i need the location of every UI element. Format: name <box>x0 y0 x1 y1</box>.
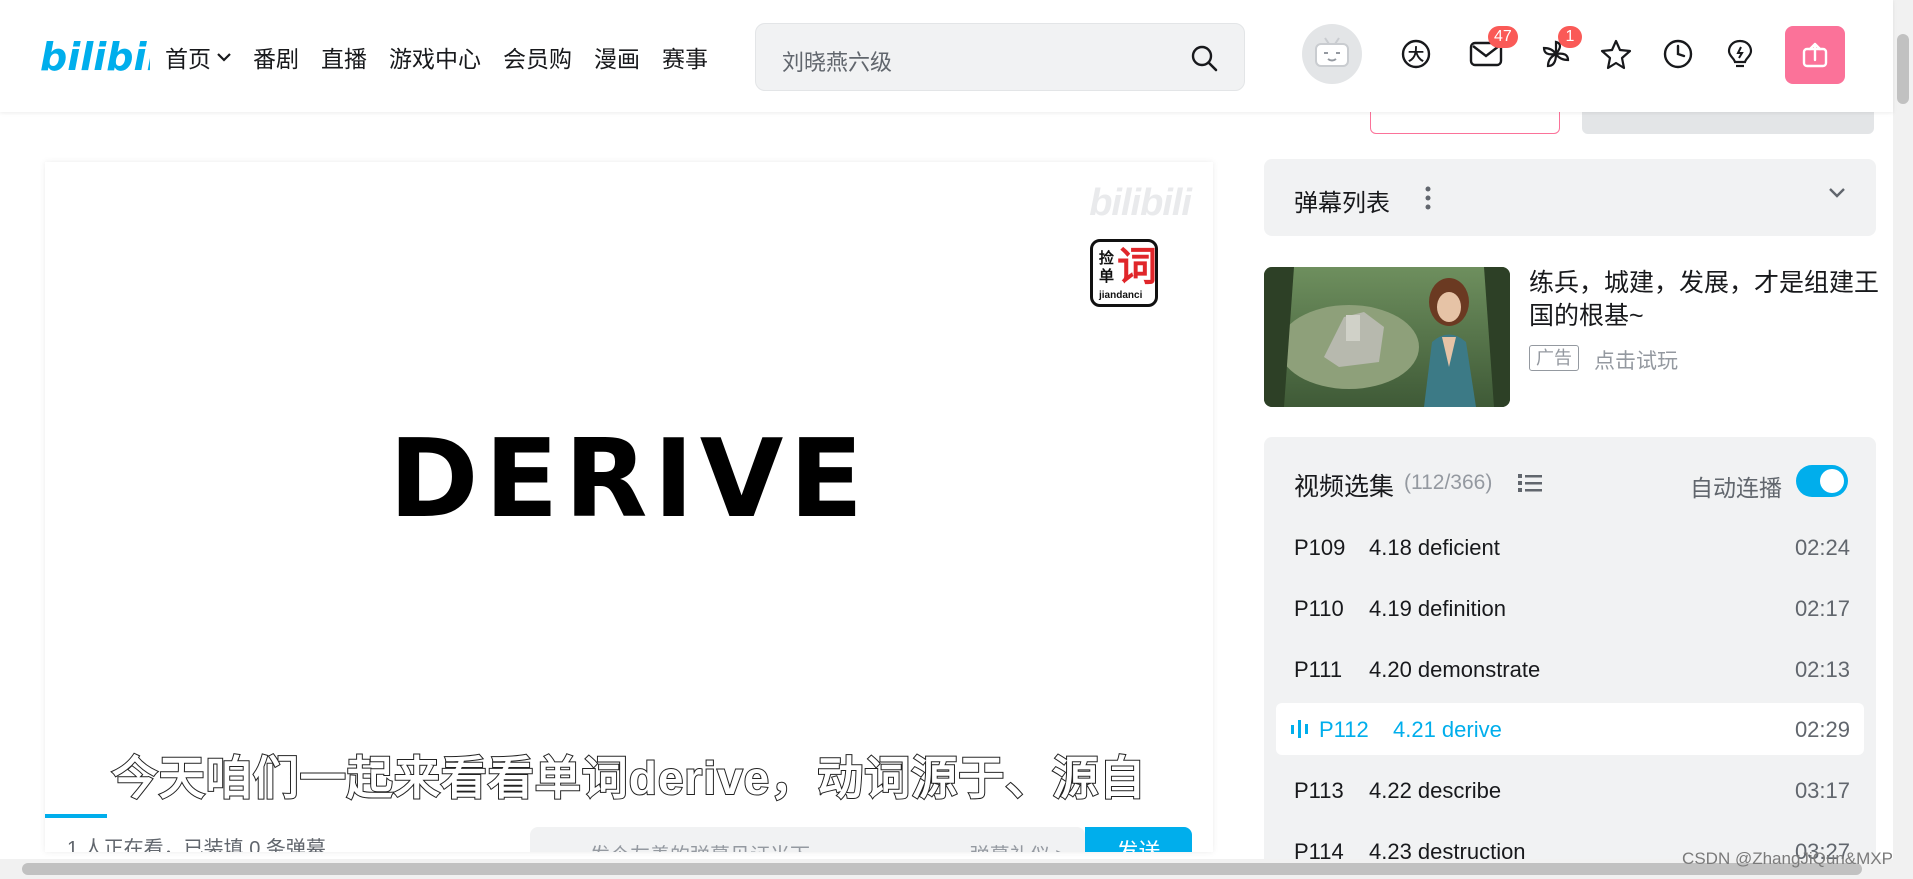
episode-number: P113 <box>1294 778 1344 803</box>
playlist-panel: 视频选集 (112/366) 自动连播 P109 4.18 deficient … <box>1264 437 1876 867</box>
episode-duration: 03:17 <box>1794 778 1850 803</box>
ad-title[interactable]: 练兵，城建，发展，才是组建王国的根基~ <box>1529 267 1879 333</box>
video-subtitle: 今天咱们一起来看看单词derive，动词源于、源自 <box>111 751 1147 805</box>
autoplay-label: 自动连播 <box>1690 475 1782 501</box>
ad-play-link[interactable]: 点击试玩 <box>1594 345 1678 375</box>
chevron-down-icon[interactable] <box>1828 187 1846 199</box>
search-icon[interactable] <box>1190 44 1218 72</box>
episode-item-p111[interactable]: P111 4.20 demonstrate 02:13 <box>1264 643 1876 695</box>
episode-title: 4.20 demonstrate <box>1369 657 1541 682</box>
episode-item-p109[interactable]: P109 4.18 deficient 02:24 <box>1264 521 1876 573</box>
nav-manga[interactable]: 漫画 <box>594 40 640 74</box>
episode-number: P109 <box>1294 535 1346 560</box>
danmaku-placeholder: 发个友善的弹幕见证当下 <box>590 839 810 852</box>
player-watermark: bilibili <box>1089 182 1192 224</box>
episode-number: P110 <box>1294 596 1344 621</box>
episode-duration: 02:29 <box>1794 717 1850 742</box>
episode-item-p112-active[interactable]: P112 4.21 derive 02:29 <box>1276 703 1864 755</box>
top-header: bilibili 首页 番剧 直播 游戏中心 会员购 漫画 赛事 刘晓燕六级 大 <box>0 0 1893 112</box>
nav-anime[interactable]: 番剧 <box>253 40 299 74</box>
vertical-scroll-thumb[interactable] <box>1897 34 1909 104</box>
nav-esports[interactable]: 赛事 <box>662 40 708 74</box>
episode-title: 4.22 describe <box>1369 778 1502 803</box>
episode-number: P111 <box>1294 657 1343 682</box>
message-badge: 47 <box>1488 26 1518 48</box>
svg-text:bilibili: bilibili <box>40 35 150 79</box>
search-box[interactable]: 刘晓燕六级 <box>755 23 1245 91</box>
horizontal-scrollbar[interactable] <box>0 859 1893 879</box>
chevron-down-icon <box>217 53 231 62</box>
message-icon[interactable]: 47 <box>1468 26 1518 72</box>
more-vertical-icon[interactable] <box>1424 185 1432 211</box>
history-icon[interactable] <box>1660 36 1696 72</box>
progress-bar[interactable] <box>45 814 1213 818</box>
danmaku-send-button[interactable]: 发送 <box>1085 827 1192 852</box>
upload-icon <box>1802 42 1828 68</box>
nav-home-label: 首页 <box>165 46 211 72</box>
danmaku-status: 1 人正在看，已装填 0 条弹幕 <box>67 838 326 852</box>
favorite-icon[interactable] <box>1598 36 1634 72</box>
bilibili-logo[interactable]: bilibili <box>40 30 150 80</box>
tv-avatar-icon <box>1315 37 1349 67</box>
episode-duration: 02:13 <box>1794 657 1850 682</box>
svg-text:大: 大 <box>1408 45 1424 64</box>
episode-title: 4.21 derive <box>1393 717 1502 742</box>
channel-logo-big-char: 词 <box>1117 245 1157 289</box>
horizontal-scroll-thumb[interactable] <box>22 863 1862 875</box>
creation-icon[interactable] <box>1722 36 1758 72</box>
search-input[interactable]: 刘晓燕六级 <box>782 45 892 77</box>
playlist-title: 视频选集 <box>1294 473 1395 501</box>
nav-live[interactable]: 直播 <box>321 40 367 74</box>
episode-title: 4.18 deficient <box>1369 535 1500 560</box>
vertical-scrollbar[interactable] <box>1893 0 1913 879</box>
ad-image[interactable] <box>1264 267 1510 407</box>
channel-logo: 捡单 词 jiandanci <box>1090 239 1158 307</box>
episode-duration: 02:24 <box>1794 535 1850 560</box>
progress-fill <box>45 814 107 818</box>
danmaku-input[interactable]: 发个友善的弹幕见证当下 弹幕礼仪 > <box>530 827 1085 852</box>
dynamic-badge: 1 <box>1558 26 1582 48</box>
danmaku-list-title: 弹幕列表 <box>1294 190 1390 217</box>
upload-button[interactable] <box>1785 26 1845 84</box>
ad-tag: 广告 <box>1529 345 1579 371</box>
danmaku-list-panel[interactable]: 弹幕列表 <box>1264 159 1876 236</box>
video-word: DERIVE <box>388 417 870 542</box>
dynamic-icon[interactable]: 1 <box>1538 26 1582 72</box>
nav-mall[interactable]: 会员购 <box>503 40 572 74</box>
big-member-icon[interactable]: 大 <box>1398 36 1434 72</box>
csdn-watermark: CSDN @ZhangJiQun&MXP <box>1682 849 1893 868</box>
nav-home[interactable]: 首页 <box>165 40 231 74</box>
nav-game-center[interactable]: 游戏中心 <box>389 40 481 74</box>
episode-duration: 02:17 <box>1794 596 1850 621</box>
episode-number: P112 <box>1319 717 1369 742</box>
ad-card[interactable]: 练兵，城建，发展，才是组建王国的根基~ 广告 点击试玩 <box>1264 267 1879 407</box>
avatar[interactable] <box>1302 24 1362 84</box>
episode-item-p113[interactable]: P113 4.22 describe 03:17 <box>1264 764 1876 816</box>
playing-bars-icon <box>1291 720 1308 738</box>
danmaku-etiquette-link[interactable]: 弹幕礼仪 > <box>970 839 1067 852</box>
autoplay-toggle[interactable] <box>1796 465 1848 497</box>
main-nav: 首页 番剧 直播 游戏中心 会员购 漫画 赛事 <box>165 40 730 74</box>
episode-item-p110[interactable]: P110 4.19 definition 02:17 <box>1264 582 1876 634</box>
episode-title: 4.19 definition <box>1369 596 1506 621</box>
channel-logo-caption: jiandanci <box>1099 290 1143 301</box>
video-player[interactable]: bilibili 捡单 词 jiandanci DERIVE 今天咱们一起来看看… <box>45 162 1213 852</box>
list-view-icon[interactable] <box>1518 473 1542 493</box>
danmaku-bar: 1 人正在看，已装填 0 条弹幕 发个友善的弹幕见证当下 弹幕礼仪 > 发送 <box>45 827 1213 852</box>
playlist-count: (112/366) <box>1404 471 1493 494</box>
channel-logo-text-top: 捡单 <box>1099 250 1115 285</box>
